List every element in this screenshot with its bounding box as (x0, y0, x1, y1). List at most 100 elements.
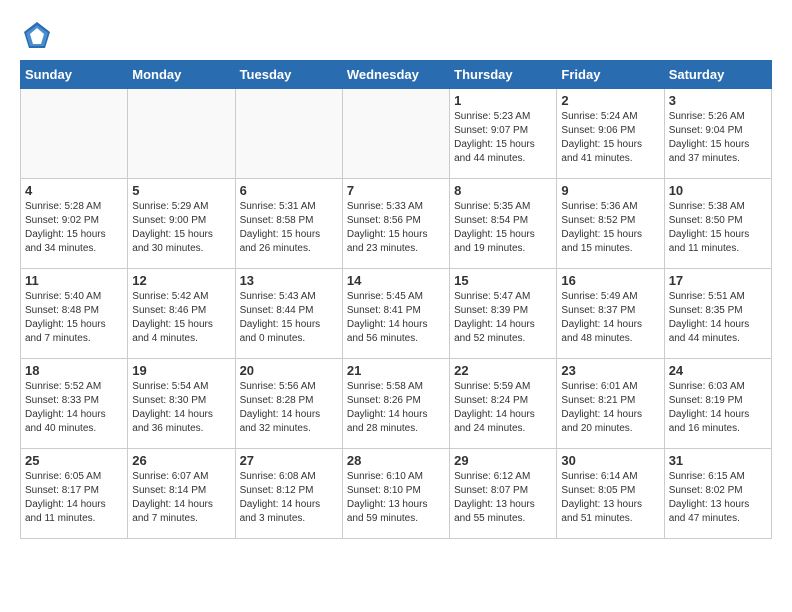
cell-content: Sunrise: 5:45 AMSunset: 8:41 PMDaylight:… (347, 290, 445, 346)
day-number: 12 (132, 273, 230, 288)
cell-content: Sunrise: 5:28 AMSunset: 9:02 PMDaylight:… (25, 200, 123, 256)
cell-content: Sunrise: 6:05 AMSunset: 8:17 PMDaylight:… (25, 470, 123, 526)
cell-content: Sunrise: 5:40 AMSunset: 8:48 PMDaylight:… (25, 290, 123, 346)
day-number: 26 (132, 453, 230, 468)
weekday-header-sunday: Sunday (21, 61, 128, 89)
calendar-week-4: 18Sunrise: 5:52 AMSunset: 8:33 PMDayligh… (21, 359, 772, 449)
cell-content: Sunrise: 6:08 AMSunset: 8:12 PMDaylight:… (240, 470, 338, 526)
calendar-cell: 17 Sunrise: 5:51 AMSunset: 8:35 PMDayligh… (664, 269, 771, 359)
cell-content: Sunrise: 5:47 AMSunset: 8:39 PMDaylight:… (454, 290, 552, 346)
calendar-cell: 25 Sunrise: 6:05 AMSunset: 8:17 PMDayligh… (21, 449, 128, 539)
cell-content: Sunrise: 5:26 AMSunset: 9:04 PMDaylight:… (669, 110, 767, 166)
cell-content: Sunrise: 5:23 AMSunset: 9:07 PMDaylight:… (454, 110, 552, 166)
logo-icon (22, 20, 52, 50)
day-number: 11 (25, 273, 123, 288)
day-number: 19 (132, 363, 230, 378)
calendar-cell: 3 Sunrise: 5:26 AMSunset: 9:04 PMDaylight… (664, 89, 771, 179)
day-number: 28 (347, 453, 445, 468)
calendar-cell: 18Sunrise: 5:52 AMSunset: 8:33 PMDayligh… (21, 359, 128, 449)
day-number: 21 (347, 363, 445, 378)
cell-content: Sunrise: 5:49 AMSunset: 8:37 PMDaylight:… (561, 290, 659, 346)
calendar-cell: 13Sunrise: 5:43 AMSunset: 8:44 PMDayligh… (235, 269, 342, 359)
weekday-header-tuesday: Tuesday (235, 61, 342, 89)
day-number: 31 (669, 453, 767, 468)
cell-content: Sunrise: 5:38 AMSunset: 8:50 PMDaylight:… (669, 200, 767, 256)
calendar-week-3: 11 Sunrise: 5:40 AMSunset: 8:48 PMDayligh… (21, 269, 772, 359)
cell-content: Sunrise: 6:14 AMSunset: 8:05 PMDaylight:… (561, 470, 659, 526)
cell-content: Sunrise: 6:15 AMSunset: 8:02 PMDaylight:… (669, 470, 767, 526)
day-number: 25 (25, 453, 123, 468)
cell-content: Sunrise: 5:24 AMSunset: 9:06 PMDaylight:… (561, 110, 659, 166)
cell-content: Sunrise: 5:56 AMSunset: 8:28 PMDaylight:… (240, 380, 338, 436)
day-number: 7 (347, 183, 445, 198)
calendar-cell: 8Sunrise: 5:35 AMSunset: 8:54 PMDaylight… (450, 179, 557, 269)
day-number: 15 (454, 273, 552, 288)
calendar-cell (342, 89, 449, 179)
day-number: 29 (454, 453, 552, 468)
calendar-cell: 28 Sunrise: 6:10 AMSunset: 8:10 PMDayligh… (342, 449, 449, 539)
weekday-header-row: SundayMondayTuesdayWednesdayThursdayFrid… (21, 61, 772, 89)
cell-content: Sunrise: 5:31 AMSunset: 8:58 PMDaylight:… (240, 200, 338, 256)
cell-content: Sunrise: 5:33 AMSunset: 8:56 PMDaylight:… (347, 200, 445, 256)
calendar-cell: 31 Sunrise: 6:15 AMSunset: 8:02 PMDayligh… (664, 449, 771, 539)
calendar-cell: 15 Sunrise: 5:47 AMSunset: 8:39 PMDayligh… (450, 269, 557, 359)
calendar-cell: 19Sunrise: 5:54 AMSunset: 8:30 PMDayligh… (128, 359, 235, 449)
day-number: 5 (132, 183, 230, 198)
calendar-cell: 22Sunrise: 5:59 AMSunset: 8:24 PMDayligh… (450, 359, 557, 449)
logo (20, 20, 54, 50)
calendar-cell: 23 Sunrise: 6:01 AMSunset: 8:21 PMDayligh… (557, 359, 664, 449)
day-number: 20 (240, 363, 338, 378)
cell-content: Sunrise: 6:07 AMSunset: 8:14 PMDaylight:… (132, 470, 230, 526)
day-number: 14 (347, 273, 445, 288)
calendar-cell: 21 Sunrise: 5:58 AMSunset: 8:26 PMDayligh… (342, 359, 449, 449)
calendar-cell: 4 Sunrise: 5:28 AMSunset: 9:02 PMDaylight… (21, 179, 128, 269)
cell-content: Sunrise: 5:58 AMSunset: 8:26 PMDaylight:… (347, 380, 445, 436)
calendar-week-2: 4 Sunrise: 5:28 AMSunset: 9:02 PMDaylight… (21, 179, 772, 269)
weekday-header-friday: Friday (557, 61, 664, 89)
cell-content: Sunrise: 6:10 AMSunset: 8:10 PMDaylight:… (347, 470, 445, 526)
calendar-cell: 6 Sunrise: 5:31 AMSunset: 8:58 PMDaylight… (235, 179, 342, 269)
page-header (20, 20, 772, 50)
cell-content: Sunrise: 6:01 AMSunset: 8:21 PMDaylight:… (561, 380, 659, 436)
calendar-cell: 10 Sunrise: 5:38 AMSunset: 8:50 PMDayligh… (664, 179, 771, 269)
calendar-cell: 2 Sunrise: 5:24 AMSunset: 9:06 PMDaylight… (557, 89, 664, 179)
calendar-cell (235, 89, 342, 179)
weekday-header-wednesday: Wednesday (342, 61, 449, 89)
calendar-cell: 24Sunrise: 6:03 AMSunset: 8:19 PMDayligh… (664, 359, 771, 449)
day-number: 17 (669, 273, 767, 288)
calendar-cell: 12Sunrise: 5:42 AMSunset: 8:46 PMDayligh… (128, 269, 235, 359)
day-number: 1 (454, 93, 552, 108)
cell-content: Sunrise: 6:12 AMSunset: 8:07 PMDaylight:… (454, 470, 552, 526)
calendar-cell: 9Sunrise: 5:36 AMSunset: 8:52 PMDaylight… (557, 179, 664, 269)
cell-content: Sunrise: 5:36 AMSunset: 8:52 PMDaylight:… (561, 200, 659, 256)
calendar-table: SundayMondayTuesdayWednesdayThursdayFrid… (20, 60, 772, 539)
calendar-cell: 7 Sunrise: 5:33 AMSunset: 8:56 PMDaylight… (342, 179, 449, 269)
calendar-cell: 1 Sunrise: 5:23 AMSunset: 9:07 PMDaylight… (450, 89, 557, 179)
calendar-cell: 14 Sunrise: 5:45 AMSunset: 8:41 PMDayligh… (342, 269, 449, 359)
calendar-cell: 29 Sunrise: 6:12 AMSunset: 8:07 PMDayligh… (450, 449, 557, 539)
day-number: 10 (669, 183, 767, 198)
calendar-cell: 26 Sunrise: 6:07 AMSunset: 8:14 PMDayligh… (128, 449, 235, 539)
calendar-cell: 11 Sunrise: 5:40 AMSunset: 8:48 PMDayligh… (21, 269, 128, 359)
calendar-week-5: 25 Sunrise: 6:05 AMSunset: 8:17 PMDayligh… (21, 449, 772, 539)
cell-content: Sunrise: 5:35 AMSunset: 8:54 PMDaylight:… (454, 200, 552, 256)
day-number: 2 (561, 93, 659, 108)
day-number: 3 (669, 93, 767, 108)
calendar-cell: 27Sunrise: 6:08 AMSunset: 8:12 PMDayligh… (235, 449, 342, 539)
day-number: 22 (454, 363, 552, 378)
calendar-cell: 5 Sunrise: 5:29 AMSunset: 9:00 PMDaylight… (128, 179, 235, 269)
cell-content: Sunrise: 5:43 AMSunset: 8:44 PMDaylight:… (240, 290, 338, 346)
day-number: 24 (669, 363, 767, 378)
day-number: 30 (561, 453, 659, 468)
calendar-cell: 16Sunrise: 5:49 AMSunset: 8:37 PMDayligh… (557, 269, 664, 359)
weekday-header-thursday: Thursday (450, 61, 557, 89)
day-number: 23 (561, 363, 659, 378)
cell-content: Sunrise: 5:51 AMSunset: 8:35 PMDaylight:… (669, 290, 767, 346)
calendar-cell: 30 Sunrise: 6:14 AMSunset: 8:05 PMDayligh… (557, 449, 664, 539)
day-number: 6 (240, 183, 338, 198)
calendar-cell (128, 89, 235, 179)
cell-content: Sunrise: 5:29 AMSunset: 9:00 PMDaylight:… (132, 200, 230, 256)
day-number: 4 (25, 183, 123, 198)
weekday-header-monday: Monday (128, 61, 235, 89)
calendar-cell: 20 Sunrise: 5:56 AMSunset: 8:28 PMDayligh… (235, 359, 342, 449)
